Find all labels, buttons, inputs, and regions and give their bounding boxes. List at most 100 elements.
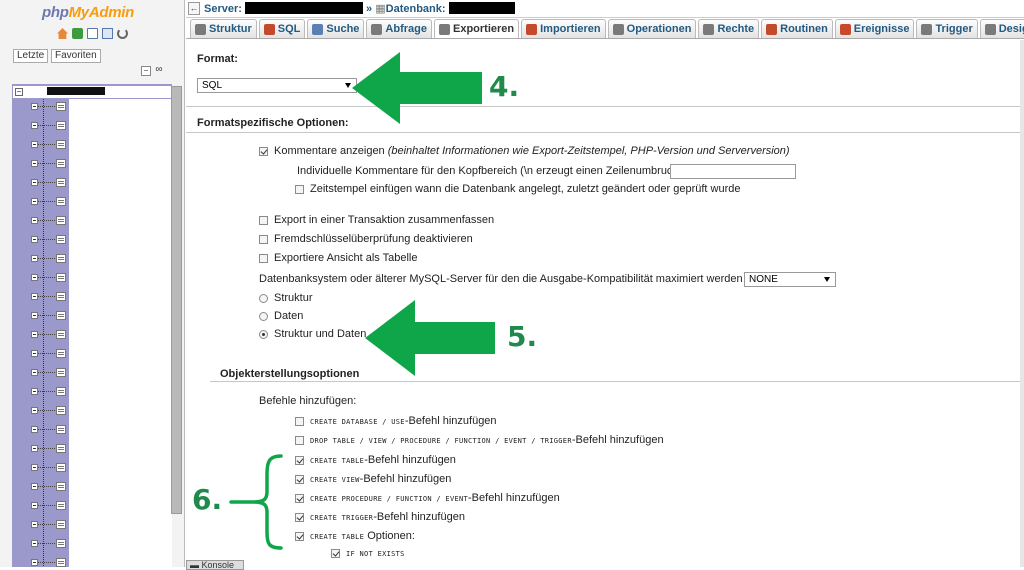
timestamp-option[interactable]: Zeitstempel einfügen wann die Datenbank … bbox=[295, 183, 741, 195]
expand-toggle-icon[interactable] bbox=[31, 426, 38, 433]
tab-exportieren[interactable]: Exportieren bbox=[433, 19, 520, 38]
tab-trigger[interactable]: Trigger bbox=[916, 19, 978, 38]
tree-table-node[interactable] bbox=[31, 538, 71, 550]
expand-toggle-icon[interactable] bbox=[31, 236, 38, 243]
expand-toggle-icon[interactable] bbox=[31, 502, 38, 509]
tree-table-node[interactable] bbox=[31, 177, 71, 189]
tree-table-node[interactable] bbox=[31, 272, 71, 284]
tab-routinen[interactable]: Routinen bbox=[761, 19, 833, 38]
comments-option[interactable]: Kommentare anzeigen (beinhaltet Informati… bbox=[259, 145, 790, 157]
create-database-checkbox[interactable] bbox=[295, 416, 304, 426]
breadcrumb-server-label[interactable]: Server: bbox=[204, 3, 242, 15]
expand-toggle-icon[interactable] bbox=[31, 445, 38, 452]
tab-abfrage[interactable]: Abfrage bbox=[366, 19, 432, 38]
reload-icon[interactable] bbox=[117, 28, 128, 39]
expand-toggle-icon[interactable] bbox=[31, 350, 38, 357]
tree-table-node[interactable] bbox=[31, 139, 71, 151]
expand-toggle-icon[interactable] bbox=[31, 274, 38, 281]
expand-toggle-icon[interactable] bbox=[31, 141, 38, 148]
expand-toggle-icon[interactable] bbox=[31, 179, 38, 186]
nav-scrollbar[interactable] bbox=[171, 86, 182, 514]
expand-toggle-icon[interactable] bbox=[31, 521, 38, 528]
drop-checkbox[interactable] bbox=[295, 435, 304, 445]
main-scrollbar[interactable] bbox=[1020, 40, 1024, 567]
tab-operationen[interactable]: Operationen bbox=[607, 19, 697, 38]
tree-table-node[interactable] bbox=[31, 557, 71, 567]
expand-toggle-icon[interactable] bbox=[31, 198, 38, 205]
tab-ereignisse[interactable]: Ereignisse bbox=[834, 19, 915, 38]
format-select[interactable]: SQL bbox=[197, 78, 357, 93]
comments-checkbox[interactable] bbox=[259, 146, 268, 156]
expand-toggle-icon[interactable] bbox=[31, 293, 38, 300]
tree-table-node[interactable] bbox=[31, 462, 71, 474]
foreign-key-option[interactable]: Fremdschlüsselüberprüfung deaktivieren bbox=[259, 233, 473, 245]
create-view-option[interactable]: CREATE VIEW-Befehl hinzufügen bbox=[295, 473, 451, 485]
create-table-options-checkbox[interactable] bbox=[295, 531, 304, 541]
tab-suche[interactable]: Suche bbox=[307, 19, 365, 38]
expand-toggle-icon[interactable] bbox=[31, 217, 38, 224]
expand-toggle-icon[interactable] bbox=[31, 407, 38, 414]
console-toggle-button[interactable]: ▬ Konsole bbox=[186, 560, 244, 570]
tree-table-node[interactable] bbox=[31, 215, 71, 227]
phpmyadmin-logo[interactable]: phpMyAdmin bbox=[42, 4, 134, 24]
expand-toggle-icon[interactable] bbox=[31, 369, 38, 376]
tree-table-node[interactable] bbox=[31, 386, 71, 398]
expand-toggle-icon[interactable] bbox=[31, 331, 38, 338]
tree-table-node[interactable] bbox=[31, 519, 71, 531]
compatibility-select[interactable]: NONE bbox=[744, 272, 836, 287]
create-procedure-option[interactable]: CREATE PROCEDURE / FUNCTION / EVENT-Befe… bbox=[295, 492, 560, 504]
create-table-option[interactable]: CREATE TABLE-Befehl hinzufügen bbox=[295, 454, 456, 466]
radio-structure[interactable] bbox=[259, 293, 268, 303]
tab-designer[interactable]: Designer bbox=[979, 19, 1024, 38]
tree-table-node[interactable] bbox=[31, 348, 71, 360]
tab-struktur[interactable]: Struktur bbox=[190, 19, 257, 38]
tree-table-node[interactable] bbox=[31, 291, 71, 303]
drop-option[interactable]: DROP TABLE / VIEW / PROCEDURE / FUNCTION… bbox=[295, 434, 664, 446]
tree-table-node[interactable] bbox=[31, 481, 71, 493]
radio-structure-and-data-option[interactable]: Struktur und Daten bbox=[259, 328, 366, 340]
header-comment-input[interactable] bbox=[670, 164, 796, 179]
radio-data[interactable] bbox=[259, 311, 268, 321]
expand-toggle-icon[interactable] bbox=[31, 388, 38, 395]
tree-table-node[interactable] bbox=[31, 101, 71, 113]
breadcrumb-database-label[interactable]: Datenbank: bbox=[386, 3, 446, 15]
docs-icon[interactable] bbox=[87, 28, 98, 39]
radio-structure-and-data[interactable] bbox=[259, 329, 268, 339]
create-procedure-checkbox[interactable] bbox=[295, 493, 304, 503]
favorite-tables-button[interactable]: Favoriten bbox=[51, 49, 101, 63]
tree-table-node[interactable] bbox=[31, 234, 71, 246]
radio-structure-option[interactable]: Struktur bbox=[259, 292, 313, 304]
create-trigger-checkbox[interactable] bbox=[295, 512, 304, 522]
view-as-table-option[interactable]: Exportiere Ansicht als Tabelle bbox=[259, 252, 418, 264]
foreign-key-checkbox[interactable] bbox=[259, 234, 268, 244]
view-as-table-checkbox[interactable] bbox=[259, 253, 268, 263]
collapse-all-button[interactable]: − bbox=[141, 66, 151, 76]
create-view-checkbox[interactable] bbox=[295, 474, 304, 484]
recent-tables-button[interactable]: Letzte bbox=[13, 49, 49, 63]
if-not-exists-option[interactable]: IF NOT EXISTS bbox=[331, 549, 405, 558]
home-icon[interactable] bbox=[57, 28, 68, 39]
expand-toggle-icon[interactable] bbox=[31, 103, 38, 110]
tree-root-database[interactable]: − bbox=[13, 86, 172, 98]
tree-table-node[interactable] bbox=[31, 196, 71, 208]
transaction-checkbox[interactable] bbox=[259, 215, 268, 225]
transaction-option[interactable]: Export in einer Transaktion zusammenfass… bbox=[259, 214, 494, 226]
expand-toggle-icon[interactable] bbox=[31, 122, 38, 129]
tree-table-node[interactable] bbox=[31, 120, 71, 132]
tree-table-node[interactable] bbox=[31, 329, 71, 341]
tree-table-node[interactable] bbox=[31, 367, 71, 379]
timestamp-checkbox[interactable] bbox=[295, 184, 304, 194]
tree-table-node[interactable] bbox=[31, 500, 71, 512]
tree-table-node[interactable] bbox=[31, 253, 71, 265]
tab-importieren[interactable]: Importieren bbox=[521, 19, 606, 38]
link-with-main-icon[interactable]: ∞ bbox=[154, 65, 164, 76]
tree-table-node[interactable] bbox=[31, 424, 71, 436]
tree-table-node[interactable] bbox=[31, 443, 71, 455]
collapse-toggle-icon[interactable]: − bbox=[15, 88, 23, 96]
if-not-exists-checkbox[interactable] bbox=[331, 549, 340, 558]
expand-toggle-icon[interactable] bbox=[31, 160, 38, 167]
expand-toggle-icon[interactable] bbox=[31, 464, 38, 471]
radio-data-option[interactable]: Daten bbox=[259, 310, 303, 322]
expand-toggle-icon[interactable] bbox=[31, 255, 38, 262]
tree-table-node[interactable] bbox=[31, 405, 71, 417]
